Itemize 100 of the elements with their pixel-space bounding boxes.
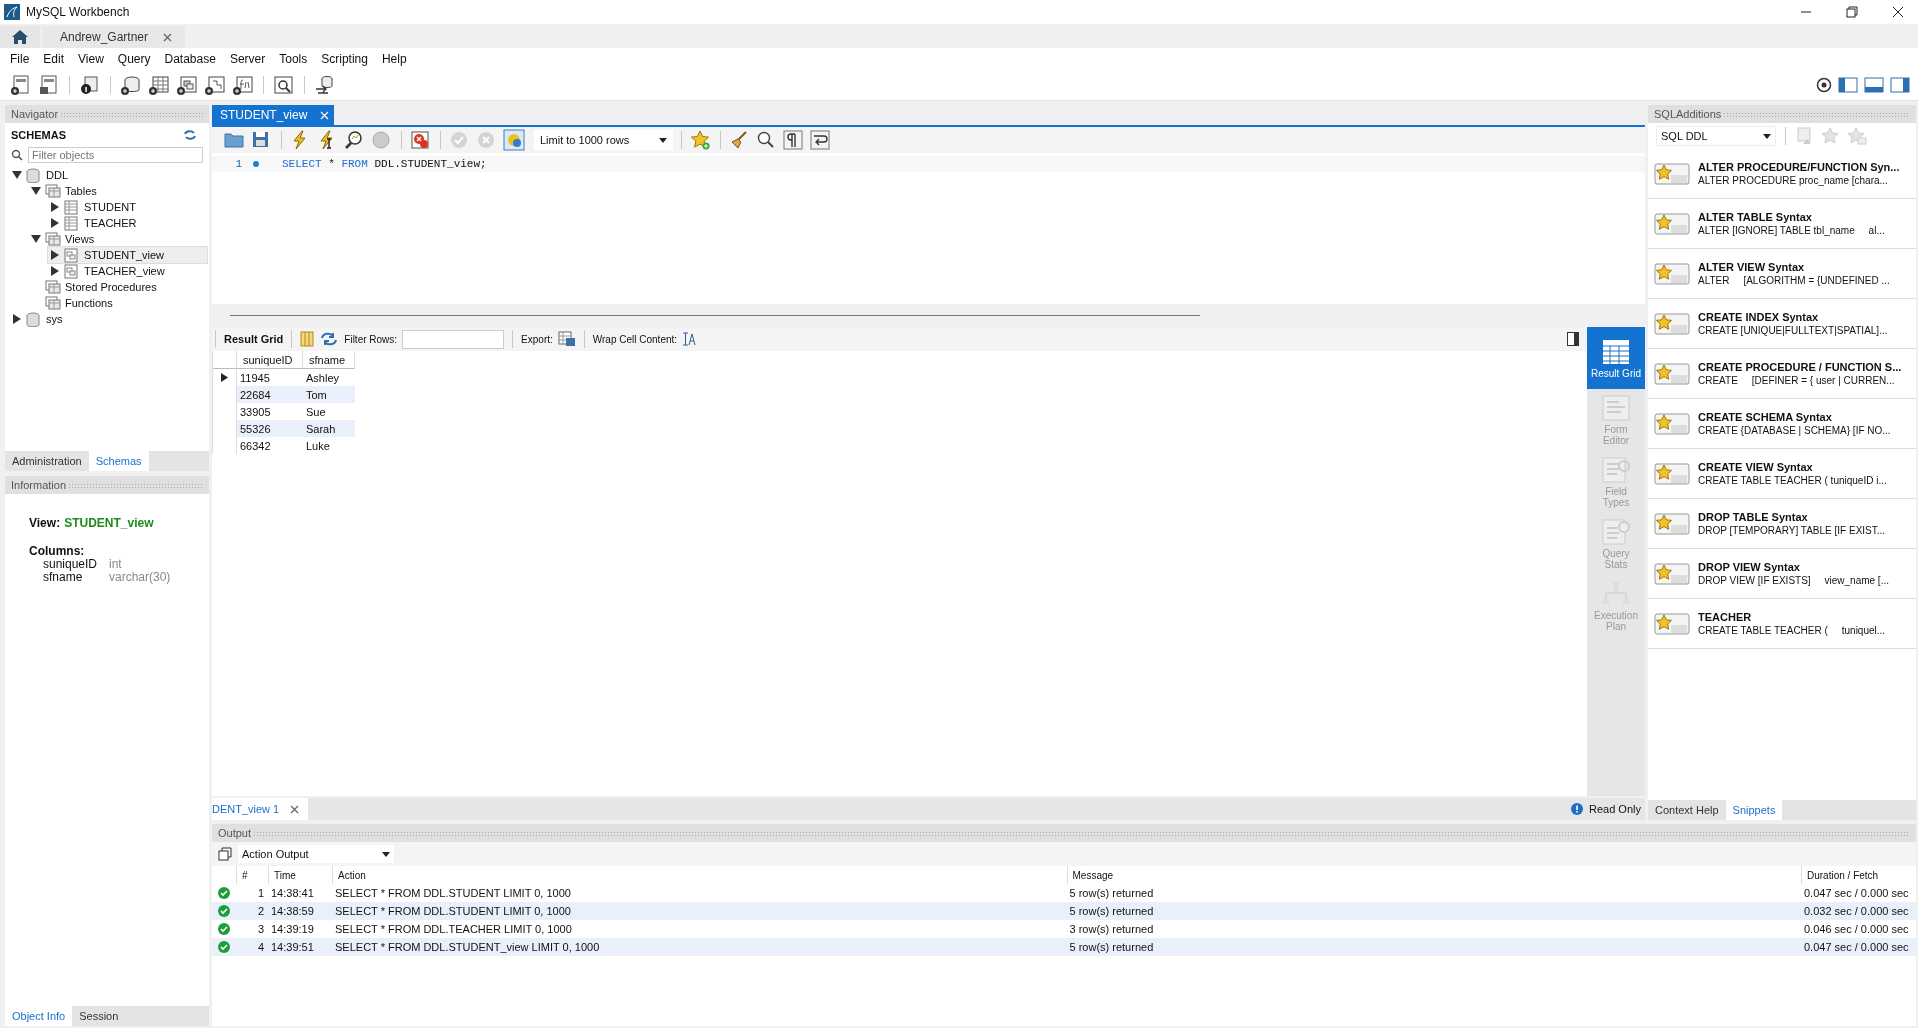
refresh-icon[interactable]: [183, 129, 197, 141]
expand-arrow-icon[interactable]: [50, 218, 60, 228]
expand-arrow-icon[interactable]: [50, 250, 60, 260]
pilcrow-icon[interactable]: [783, 130, 806, 150]
filter-field[interactable]: [402, 329, 505, 349]
result-view-button[interactable]: Result Grid: [1587, 327, 1645, 389]
collapse-arrow-icon[interactable]: [12, 170, 22, 180]
info-label: View:: [29, 516, 61, 530]
table-cell-text: 3: [256, 922, 265, 937]
menu-item[interactable]: Help: [374, 52, 414, 66]
snippet-item[interactable]: DROP VIEW Syntax DROP VIEW [IF EXISTS] view_name [...: [1648, 549, 1916, 599]
panel-tab[interactable]: Session: [72, 1006, 126, 1026]
menu-item[interactable]: Tools: [272, 52, 315, 66]
menu-item[interactable]: Database: [157, 52, 223, 66]
new-sql-tab-icon[interactable]: [10, 75, 32, 95]
star-copy-icon[interactable]: [1847, 127, 1867, 145]
column-header[interactable]: sfname: [303, 351, 355, 369]
tree-row[interactable]: DDL: [10, 167, 207, 183]
connection-tab[interactable]: Andrew_Gartner: [42, 26, 186, 48]
table-cell-text: Luke: [305, 438, 331, 454]
table-cell: 5 row(s) returned: [1066, 938, 1801, 956]
expand-arrow-icon[interactable]: [50, 266, 60, 276]
tree-row[interactable]: TEACHER_view: [48, 263, 207, 279]
filter-field[interactable]: Filter objects: [28, 147, 203, 163]
new-schema-icon[interactable]: [120, 75, 142, 95]
tree-row[interactable]: Views: [29, 231, 207, 247]
bottom-panel-toggle-icon[interactable]: [1864, 77, 1884, 93]
table-cell-text: 14:39:19: [270, 922, 315, 937]
panel-title: Output: [218, 827, 252, 839]
left-panel-toggle-icon[interactable]: [1838, 77, 1858, 93]
expand-arrow-icon[interactable]: [50, 202, 60, 212]
word-wrap-icon[interactable]: [810, 130, 833, 150]
column-type: varchar(30): [109, 571, 172, 584]
export-icon[interactable]: [557, 331, 576, 347]
refresh-icon[interactable]: [319, 331, 340, 347]
tree-row[interactable]: Functions: [29, 295, 207, 311]
tree-label: DDL: [46, 169, 68, 181]
result-tab[interactable]: DENT_view 1: [212, 798, 309, 820]
snippet-item[interactable]: CREATE INDEX Syntax CREATE [UNIQUE|FULLTEXT|SPATIAL]...: [1648, 299, 1916, 349]
folder-icon[interactable]: [224, 130, 246, 150]
panel-tab[interactable]: Object Info: [5, 1006, 73, 1026]
editor-tab[interactable]: STUDENT_view: [212, 105, 335, 125]
menu-item[interactable]: Server: [222, 52, 273, 66]
menu-item[interactable]: Scripting: [314, 52, 375, 66]
table-cell: 55326: [237, 420, 303, 437]
menu-item[interactable]: Query: [110, 52, 158, 66]
column-header[interactable]: Duration / Fetch: [1801, 866, 1916, 884]
column-header[interactable]: Message: [1066, 866, 1801, 884]
snippet-title: CREATE INDEX Syntax: [1698, 311, 1820, 323]
collapse-arrow-icon[interactable]: [31, 186, 41, 196]
panel-tab[interactable]: Snippets: [1725, 800, 1783, 820]
snippet-item[interactable]: CREATE SCHEMA Syntax CREATE {DATABASE | SCHEMA} [IF NO...: [1648, 399, 1916, 449]
star-cursor-icon[interactable]: [1821, 127, 1841, 145]
settings-icon[interactable]: [1816, 77, 1832, 93]
tree-row[interactable]: STUDENT_view: [48, 247, 207, 263]
wrap-text-icon[interactable]: [682, 332, 697, 346]
home-icon[interactable]: [11, 29, 29, 45]
new-procedure-icon[interactable]: [204, 75, 226, 95]
expand-arrow-icon[interactable]: [12, 314, 22, 324]
panel-tab[interactable]: Context Help: [1648, 800, 1726, 820]
open-sql-file-icon[interactable]: [38, 75, 60, 95]
button-label: Field Types: [1601, 486, 1631, 508]
copy-icon[interactable]: [218, 847, 232, 861]
autocommit-icon[interactable]: [503, 129, 525, 151]
table-search-icon[interactable]: [273, 75, 295, 95]
column-header[interactable]: Time: [268, 866, 332, 884]
snippet-item[interactable]: CREATE PROCEDURE / FUNCTION S... CREATE [DEFINER = { user | CURREN...: [1648, 349, 1916, 399]
column-header[interactable]: suniqueID: [237, 351, 303, 369]
snippet-item[interactable]: CREATE VIEW Syntax CREATE TABLE TEACHER ( tuniqueID i...: [1648, 449, 1916, 499]
button-label: Query Stats: [1601, 548, 1631, 570]
collapse-arrow-icon[interactable]: [31, 234, 41, 244]
new-function-icon[interactable]: [232, 75, 254, 95]
snippet-item[interactable]: DROP TABLE Syntax DROP [TEMPORARY] TABLE [IF EXIST...: [1648, 499, 1916, 549]
right-panel-toggle-icon[interactable]: [1890, 77, 1910, 93]
category-dropdown[interactable]: SQL DDL: [1656, 126, 1776, 146]
menu-item[interactable]: View: [71, 52, 111, 66]
output-dropdown[interactable]: Action Output: [238, 845, 394, 863]
snippet-item[interactable]: ALTER VIEW Syntax ALTER [ALGORITHM = {UNDEFINED ...: [1648, 249, 1916, 299]
column-header[interactable]: Action: [332, 866, 1067, 884]
reconnect-icon[interactable]: [314, 75, 336, 95]
new-table-icon[interactable]: [148, 75, 170, 95]
snippet-item[interactable]: TEACHER CREATE TABLE TEACHER ( tuniquel...: [1648, 599, 1916, 649]
tree-row[interactable]: sys: [10, 311, 207, 327]
panel-toggle-icon[interactable]: [1567, 332, 1579, 346]
panel-tab[interactable]: Schemas: [88, 451, 149, 471]
menu-item[interactable]: Edit: [36, 52, 72, 66]
limit-dropdown[interactable]: Limit to 1000 rows: [534, 130, 674, 150]
snippet-item[interactable]: ALTER TABLE Syntax ALTER [IGNORE] TABLE tbl_name al...: [1648, 199, 1916, 249]
stop-on-error-icon[interactable]: [410, 130, 432, 150]
snippet-item[interactable]: ALTER PROCEDURE/FUNCTION Syn... ALTER PROCEDURE proc_name [chara...: [1648, 149, 1916, 199]
panel-tab[interactable]: Administration: [5, 451, 89, 471]
menu-item[interactable]: File: [3, 52, 37, 66]
tree-row[interactable]: Tables: [29, 183, 207, 199]
tree-row[interactable]: Stored Procedures: [29, 279, 207, 295]
tree-label: Functions: [65, 297, 113, 309]
tree-row[interactable]: STUDENT: [48, 199, 207, 215]
column-header[interactable]: #: [236, 866, 268, 884]
tree-row[interactable]: TEACHER: [48, 215, 207, 231]
info-icon[interactable]: [79, 75, 101, 95]
new-view-icon[interactable]: [176, 75, 198, 95]
